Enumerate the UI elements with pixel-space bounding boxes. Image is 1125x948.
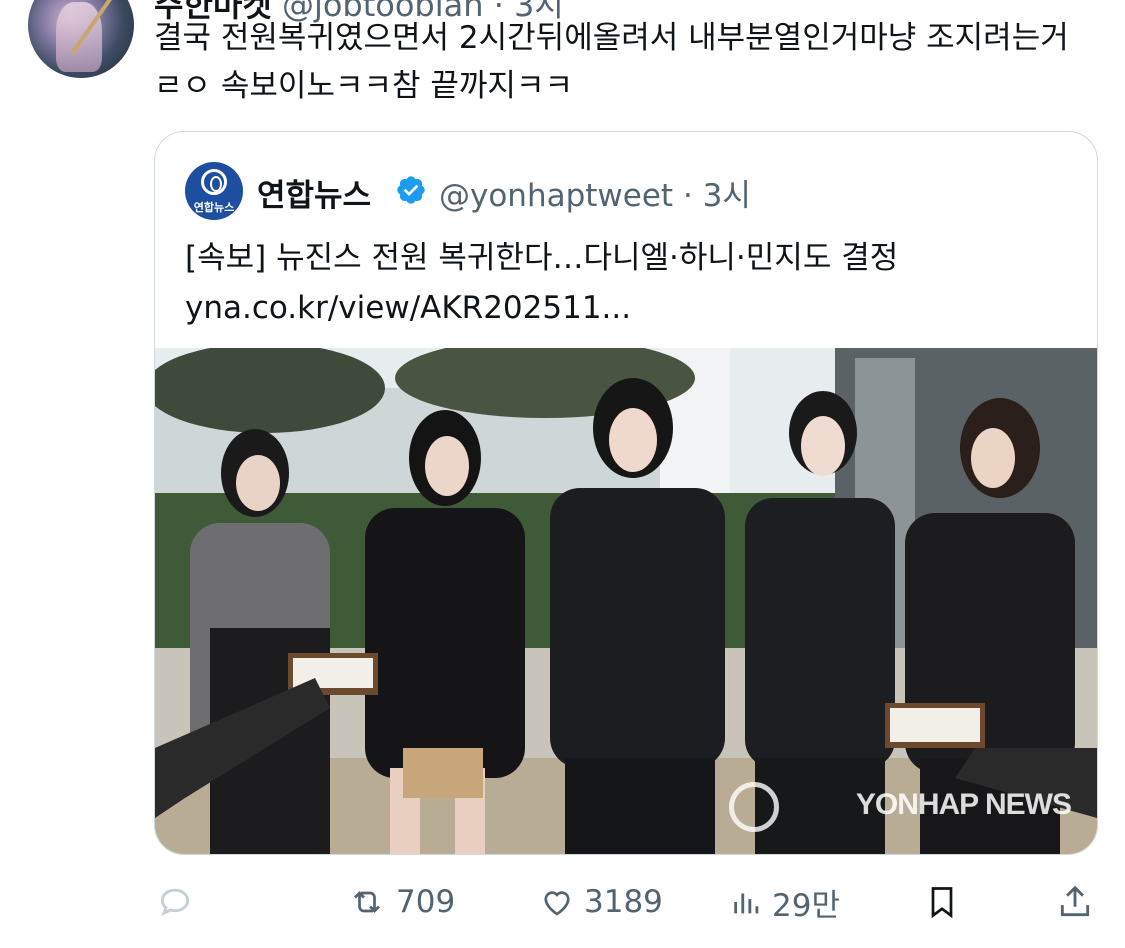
tweet-actions: 709 3189 29만	[0, 872, 1125, 932]
avatar-figure	[56, 2, 102, 72]
like-count: 3189	[584, 884, 663, 920]
like-button[interactable]: 3189	[538, 872, 663, 932]
retweet-count: 709	[396, 884, 456, 920]
quote-author-handle[interactable]: @yonhaptweet · 3시	[439, 170, 751, 215]
bookmark-icon	[931, 887, 953, 919]
retweet-button[interactable]: 709	[346, 872, 455, 932]
watermark-logo-icon	[729, 782, 779, 832]
photo-scene	[155, 348, 1097, 854]
share-icon	[1060, 885, 1090, 917]
verified-badge-icon	[397, 176, 425, 204]
yonhap-logo-icon	[201, 169, 227, 195]
heart-icon	[544, 891, 570, 916]
quote-text: [속보] 뉴진스 전원 복귀한다…다니엘·하니·민지도 결정	[185, 240, 899, 276]
quote-avatar[interactable]: 연합뉴스	[185, 162, 243, 220]
views-button[interactable]: 29만	[730, 872, 840, 932]
quote-avatar-label: 연합뉴스	[193, 201, 235, 214]
quoted-tweet-card[interactable]: 연합뉴스 연합뉴스 @yonhaptweet · 3시 [속보] 뉴진스 전원 …	[154, 131, 1098, 855]
views-count: 29만	[772, 887, 840, 924]
reply-icon	[160, 888, 190, 916]
retweet-icon	[354, 891, 380, 913]
author-avatar[interactable]	[28, 0, 134, 78]
quote-author-name[interactable]: 연합뉴스	[257, 170, 371, 215]
tweet-text: 결국 전원복귀였으면서 2시간뒤에올려서 내부분열인거마냥 조지려는거 ㄹㅇ 속…	[154, 20, 1069, 104]
bookmark-button[interactable]	[924, 872, 960, 932]
share-button[interactable]	[1056, 872, 1094, 932]
views-icon	[734, 893, 759, 914]
photo-watermark: YONHAP NEWS	[855, 788, 1072, 821]
quote-link[interactable]: yna.co.kr/view/AKR202511...	[185, 282, 631, 334]
reply-button[interactable]	[156, 872, 194, 932]
news-photo[interactable]: YONHAP NEWS	[155, 348, 1097, 854]
